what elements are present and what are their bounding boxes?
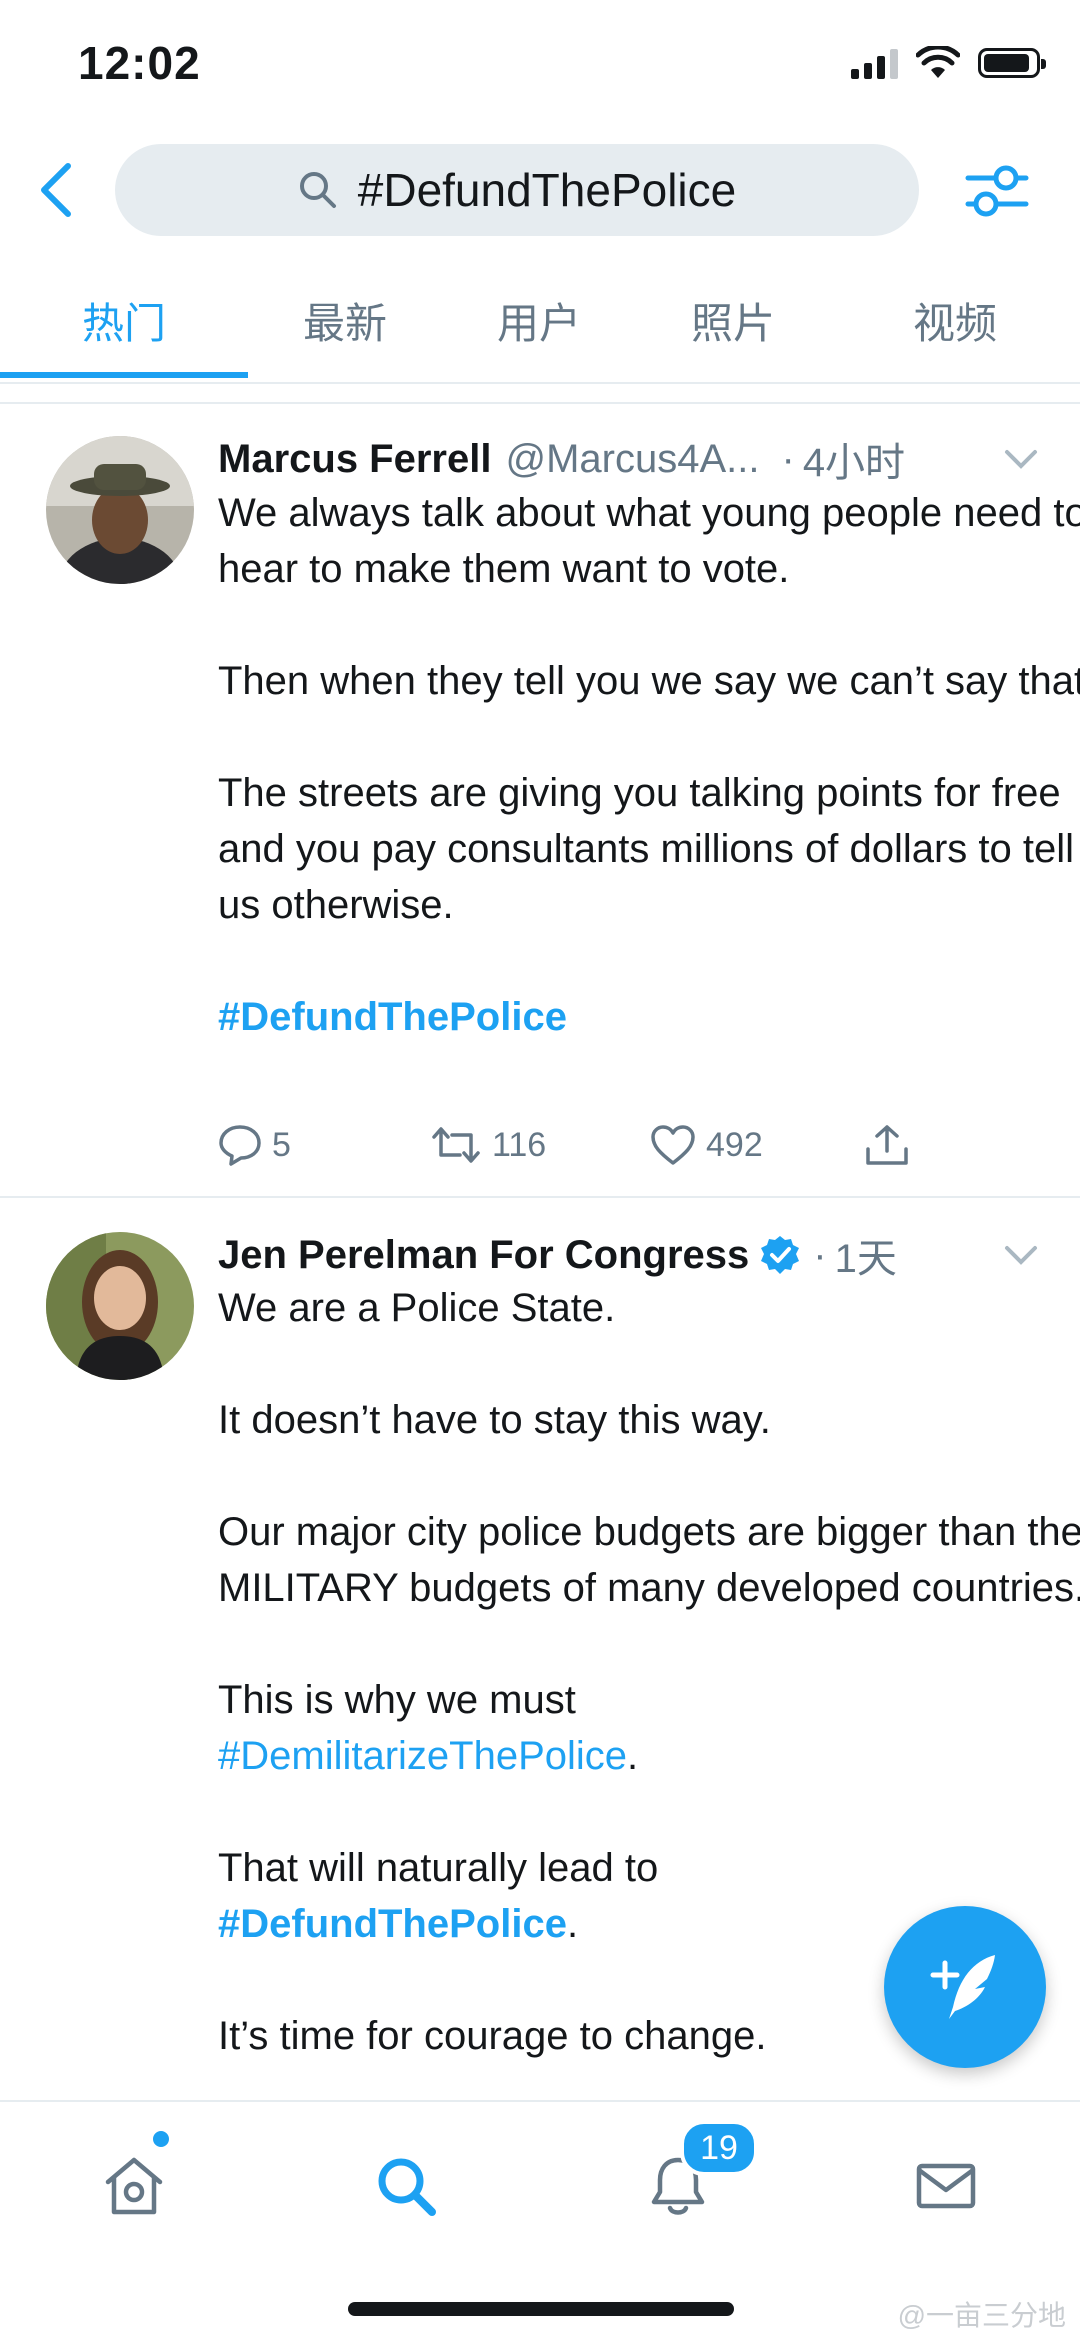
- nav-messages[interactable]: [906, 2146, 986, 2226]
- retweet-icon: [432, 1127, 480, 1163]
- tweet-author-handle[interactable]: @Marcus4A...: [505, 437, 759, 482]
- tweet-header: Marcus Ferrell @Marcus4A... · 4小时: [218, 430, 1038, 488]
- chevron-down-icon[interactable]: [1004, 448, 1038, 472]
- chevron-down-icon[interactable]: [1004, 1244, 1038, 1268]
- tab-photos[interactable]: 照片: [636, 272, 830, 382]
- tab-latest[interactable]: 最新: [248, 272, 442, 382]
- tweet-timestamp: 1天: [834, 1237, 897, 1281]
- home-icon: [105, 2157, 163, 2215]
- tweet-header: Jen Perelman For Congress · 1天: [218, 1226, 1038, 1284]
- tab-videos[interactable]: 视频: [830, 272, 1080, 382]
- hashtag-link[interactable]: #DefundThePolice: [218, 989, 1080, 1045]
- nav-home[interactable]: [94, 2146, 174, 2226]
- separator-dot: ·: [813, 1232, 827, 1277]
- tweet-paragraph: Then when they tell you we say we can’t …: [218, 659, 1080, 703]
- tweet-text: We always talk about what young people n…: [218, 485, 1080, 1045]
- heart-icon: [651, 1125, 695, 1165]
- verified-badge-icon: [761, 1236, 800, 1274]
- tweet-author-name[interactable]: Marcus Ferrell: [218, 437, 491, 482]
- feed-separator: [0, 384, 1080, 404]
- back-button[interactable]: [30, 160, 86, 220]
- tab-people[interactable]: 用户: [442, 272, 636, 382]
- tweet-paragraph: We always talk about what young people n…: [218, 491, 1080, 591]
- reply-icon: [219, 1125, 261, 1166]
- search-tabs: 热门 最新 用户 照片 视频: [0, 272, 1080, 382]
- new-content-indicator: [150, 2128, 172, 2150]
- like-button[interactable]: 492: [650, 1124, 763, 1166]
- tweet-timestamp: 4小时: [802, 441, 906, 485]
- paragraph-text: This is why we must: [218, 1678, 576, 1722]
- signal-icon: [851, 47, 898, 79]
- share-icon[interactable]: [864, 1123, 910, 1167]
- search-query: #DefundThePolice: [357, 164, 737, 216]
- tweet-paragraph: Our major city police budgets are bigger…: [218, 1510, 1080, 1610]
- home-indicator[interactable]: [348, 2302, 734, 2316]
- search-input[interactable]: #DefundThePolice: [115, 144, 919, 236]
- tab-top[interactable]: 热门: [0, 272, 248, 382]
- notification-badge: 19: [680, 2120, 758, 2176]
- tweet-paragraph: It doesn’t have to stay this way.: [218, 1398, 771, 1442]
- tweet-paragraph: The streets are giving you talking point…: [218, 771, 1075, 927]
- compose-tweet-icon: [930, 1955, 995, 2019]
- tweet-author-name[interactable]: Jen Perelman For Congress: [218, 1233, 749, 1278]
- search-icon: [378, 2158, 436, 2216]
- punctuation: .: [627, 1734, 639, 1778]
- avatar[interactable]: [46, 1232, 194, 1380]
- status-icons: [851, 46, 1046, 80]
- reply-button[interactable]: 5: [218, 1123, 291, 1167]
- envelope-icon: [916, 2163, 976, 2209]
- tweet-actions: 5 116 492: [218, 1120, 918, 1170]
- paragraph-text: That will naturally lead to: [218, 1846, 659, 1890]
- nav-explore[interactable]: [366, 2146, 446, 2226]
- retweet-count: 116: [492, 1125, 547, 1164]
- tweet-paragraph: This is why we must #DemilitarizeThePoli…: [218, 1672, 1080, 1784]
- search-icon: [299, 172, 336, 208]
- wifi-icon: [916, 46, 960, 78]
- reply-count: 5: [272, 1125, 291, 1164]
- hashtag-link[interactable]: #DefundThePolice: [218, 1902, 567, 1946]
- retweet-button[interactable]: 116: [430, 1125, 546, 1165]
- separator-dot: ·: [781, 436, 795, 481]
- tweet-divider: [0, 1196, 1080, 1198]
- tweet-paragraph: We are a Police State.: [218, 1286, 616, 1330]
- battery-icon: [978, 48, 1046, 78]
- search-filter-button[interactable]: [964, 160, 1030, 222]
- avatar[interactable]: [46, 436, 194, 584]
- hashtag-link[interactable]: #DemilitarizeThePolice: [218, 1734, 627, 1778]
- compose-tweet-button[interactable]: [884, 1906, 1046, 2068]
- like-count: 492: [706, 1125, 763, 1164]
- status-time: 12:02: [78, 37, 201, 89]
- punctuation: .: [566, 1902, 579, 1946]
- watermark: @一亩三分地: [897, 2300, 1066, 2331]
